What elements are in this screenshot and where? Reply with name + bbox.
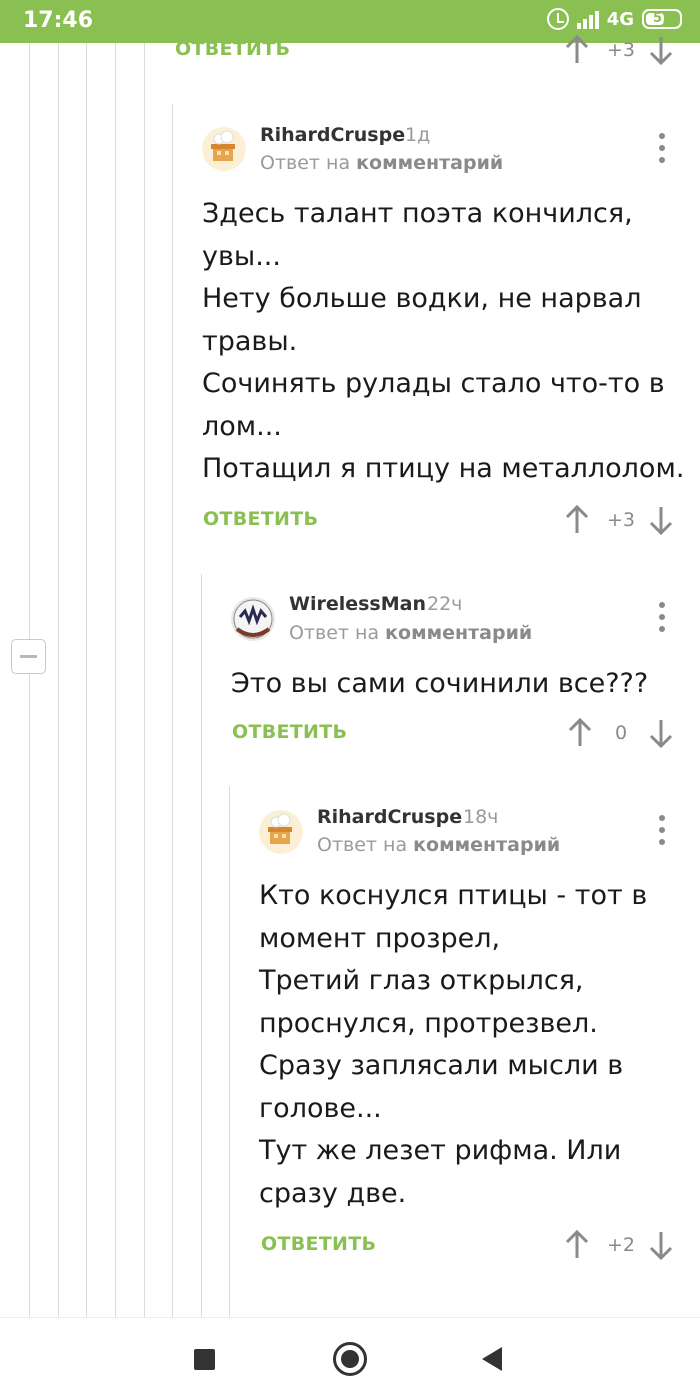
comment-line: увы...	[202, 240, 281, 272]
comment-line: голове...	[259, 1092, 382, 1124]
vote-score: +3	[607, 509, 636, 531]
status-bar: 17:46 4G 51	[0, 0, 700, 43]
upvote-icon[interactable]	[564, 1230, 590, 1260]
reply-to-label: Ответ на комментарий	[289, 622, 533, 644]
comment-line: Кто коснулся птицы - тот в	[259, 880, 648, 911]
alarm-icon	[546, 8, 569, 30]
downvote-icon[interactable]	[648, 35, 674, 65]
battery-icon: 51	[642, 9, 682, 29]
comment-author[interactable]: WirelessMan	[289, 593, 426, 615]
avatar[interactable]	[202, 127, 246, 171]
comment-line: Тут же лезет рифма. Или	[259, 1135, 622, 1166]
comment-time: 1д	[405, 124, 431, 146]
reply-to-link[interactable]: комментарий	[413, 834, 560, 856]
downvote-icon[interactable]	[648, 505, 674, 535]
thread-line	[86, 43, 87, 1317]
battery-level: 51	[652, 11, 672, 26]
reply-button[interactable]: ОТВЕТИТЬ	[175, 38, 290, 60]
downvote-icon[interactable]	[648, 718, 674, 748]
recent-apps-icon[interactable]	[194, 1349, 215, 1370]
vote-score: +2	[607, 1234, 636, 1256]
thread-line	[229, 786, 230, 1317]
reply-to-label: Ответ на комментарий	[317, 834, 561, 856]
status-icons: 4G 51	[546, 8, 682, 30]
avatar[interactable]	[231, 597, 275, 641]
vote-score: +3	[607, 39, 636, 61]
comment-line: проснулся, протрезвел.	[259, 1007, 598, 1039]
thread-line	[58, 43, 59, 1317]
comment-author[interactable]: RihardCruspe	[317, 806, 462, 828]
avatar[interactable]	[259, 810, 303, 854]
upvote-icon[interactable]	[567, 718, 593, 748]
comment-line: сразу две.	[259, 1177, 407, 1209]
comment-line: момент прозрел,	[259, 922, 501, 954]
signal-icon	[576, 9, 599, 29]
more-options-icon[interactable]	[658, 815, 666, 845]
comment-line: травы.	[202, 325, 298, 357]
thread-line	[29, 43, 30, 1317]
comment-line: Третий глаз открылся,	[259, 965, 584, 996]
network-type: 4G	[606, 8, 634, 30]
thread-line	[144, 43, 145, 1317]
comment-time: 18ч	[463, 806, 499, 828]
home-icon[interactable]	[333, 1342, 367, 1376]
comment-time: 22ч	[427, 593, 463, 615]
comment-line: Здесь талант поэта кончился,	[202, 198, 633, 229]
more-options-icon[interactable]	[658, 133, 666, 163]
reply-button[interactable]: ОТВЕТИТЬ	[232, 721, 347, 743]
collapse-thread-button[interactable]	[11, 639, 46, 674]
upvote-icon[interactable]	[564, 505, 590, 535]
comment-line: Нету больше водки, не нарвал	[202, 283, 642, 314]
downvote-icon[interactable]	[648, 1230, 674, 1260]
reply-button[interactable]: ОТВЕТИТЬ	[261, 1233, 376, 1255]
comment-line: Это вы сами сочинили все???	[231, 668, 649, 699]
comment-body: Это вы сами сочинили все???	[231, 663, 648, 706]
thread-line	[201, 574, 202, 1317]
vote-score: 0	[615, 722, 628, 744]
comment-body: Здесь талант поэта кончился, увы... Нету…	[202, 193, 684, 491]
back-icon[interactable]	[482, 1347, 502, 1371]
thread-line	[115, 43, 116, 1317]
comment-line: лом...	[202, 410, 282, 442]
comment-body: Кто коснулся птицы - тот в момент прозре…	[259, 875, 647, 1215]
comment-author[interactable]: RihardCruspe	[260, 124, 405, 146]
more-options-icon[interactable]	[658, 602, 666, 632]
reply-button[interactable]: ОТВЕТИТЬ	[203, 508, 318, 530]
comment-line: Сразу заплясали мысли в	[259, 1050, 624, 1081]
reply-to-link[interactable]: комментарий	[356, 152, 503, 174]
upvote-icon[interactable]	[564, 35, 590, 65]
thread-line	[172, 104, 173, 1317]
status-time: 17:46	[23, 8, 94, 33]
comment-line: Потащил я птицу на металлолом.	[202, 453, 685, 484]
reply-to-label: Ответ на комментарий	[260, 152, 504, 174]
reply-to-link[interactable]: комментарий	[385, 622, 532, 644]
comment-line: Сочинять рулады стало что-то в	[202, 368, 665, 399]
system-nav-bar	[0, 1317, 700, 1400]
